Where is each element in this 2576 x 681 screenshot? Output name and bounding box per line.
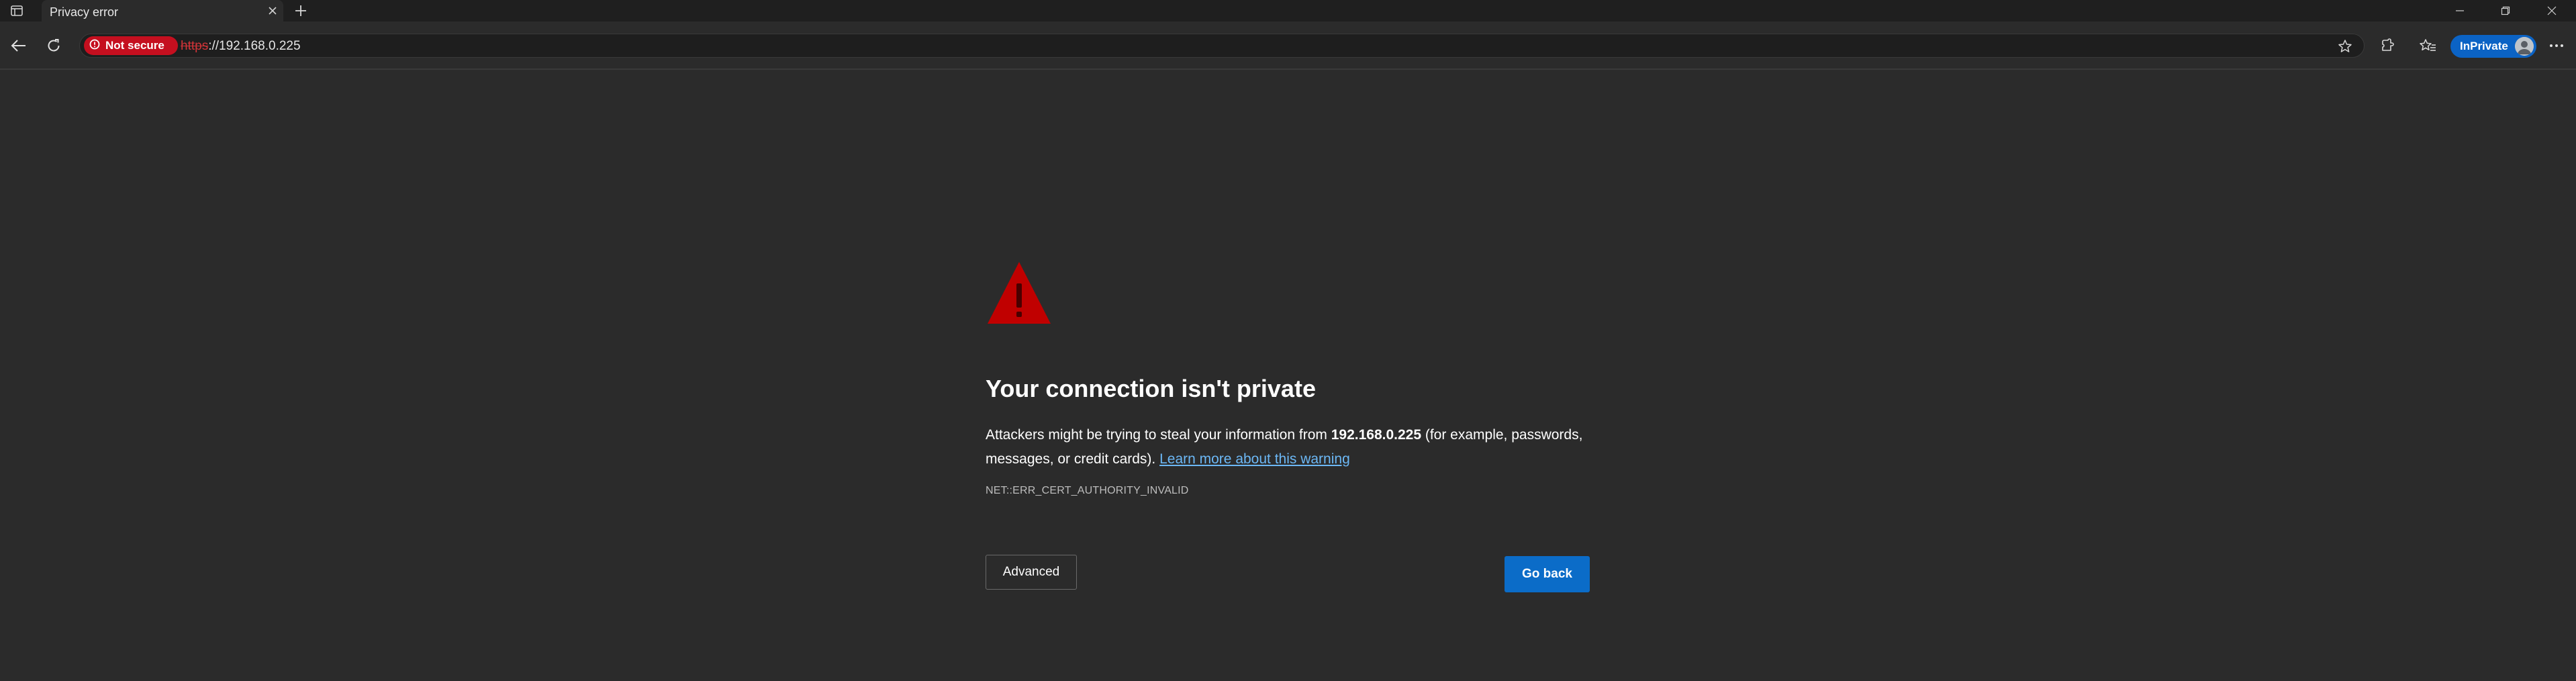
warning-triangle-icon <box>986 259 1053 326</box>
toolbar: Not secure https://192.168.0.225 InPriva… <box>0 21 2576 70</box>
inprivate-label: InPrivate <box>2460 40 2508 52</box>
error-code: NET::ERR_CERT_AUTHORITY_INVALID <box>986 485 1189 496</box>
restore-icon[interactable] <box>2487 0 2524 21</box>
not-secure-label: Not secure <box>105 39 164 52</box>
advanced-button[interactable]: Advanced <box>986 555 1077 590</box>
refresh-icon[interactable] <box>39 32 68 59</box>
warning-circle-icon <box>89 39 100 53</box>
close-window-icon[interactable] <box>2533 0 2571 21</box>
close-icon[interactable] <box>265 3 281 19</box>
go-back-button[interactable]: Go back <box>1505 556 1590 592</box>
address-bar[interactable]: Not secure https://192.168.0.225 <box>79 34 2365 58</box>
tab-strip: Privacy error <box>0 0 2576 21</box>
warning-description: Attackers might be trying to steal your … <box>986 423 1610 471</box>
tab-actions-icon[interactable] <box>7 3 27 19</box>
page-title: Your connection isn't private <box>986 375 1316 402</box>
inprivate-button[interactable]: InPrivate <box>2450 35 2536 58</box>
not-secure-badge[interactable]: Not secure <box>84 36 178 55</box>
favorites-icon[interactable] <box>2413 32 2442 59</box>
star-icon[interactable] <box>2336 37 2354 56</box>
page-content: Your connection isn't private Attackers … <box>0 71 2576 681</box>
avatar <box>2515 37 2534 56</box>
url-scheme: https <box>181 39 209 53</box>
more-icon[interactable] <box>2542 32 2571 59</box>
tab-privacy-error[interactable]: Privacy error <box>42 0 283 21</box>
plus-icon[interactable] <box>291 1 310 20</box>
arrow-left-icon[interactable] <box>4 32 34 59</box>
description-part-1: Attackers might be trying to steal your … <box>986 427 1331 443</box>
minimize-icon[interactable] <box>2441 0 2479 21</box>
url-host: ://192.168.0.225 <box>208 39 301 53</box>
url-text[interactable]: https://192.168.0.225 <box>181 39 301 54</box>
host-name: 192.168.0.225 <box>1331 427 1422 443</box>
extensions-icon[interactable] <box>2373 32 2402 59</box>
tab-title: Privacy error <box>50 5 119 19</box>
learn-more-link[interactable]: Learn more about this warning <box>1159 451 1350 467</box>
